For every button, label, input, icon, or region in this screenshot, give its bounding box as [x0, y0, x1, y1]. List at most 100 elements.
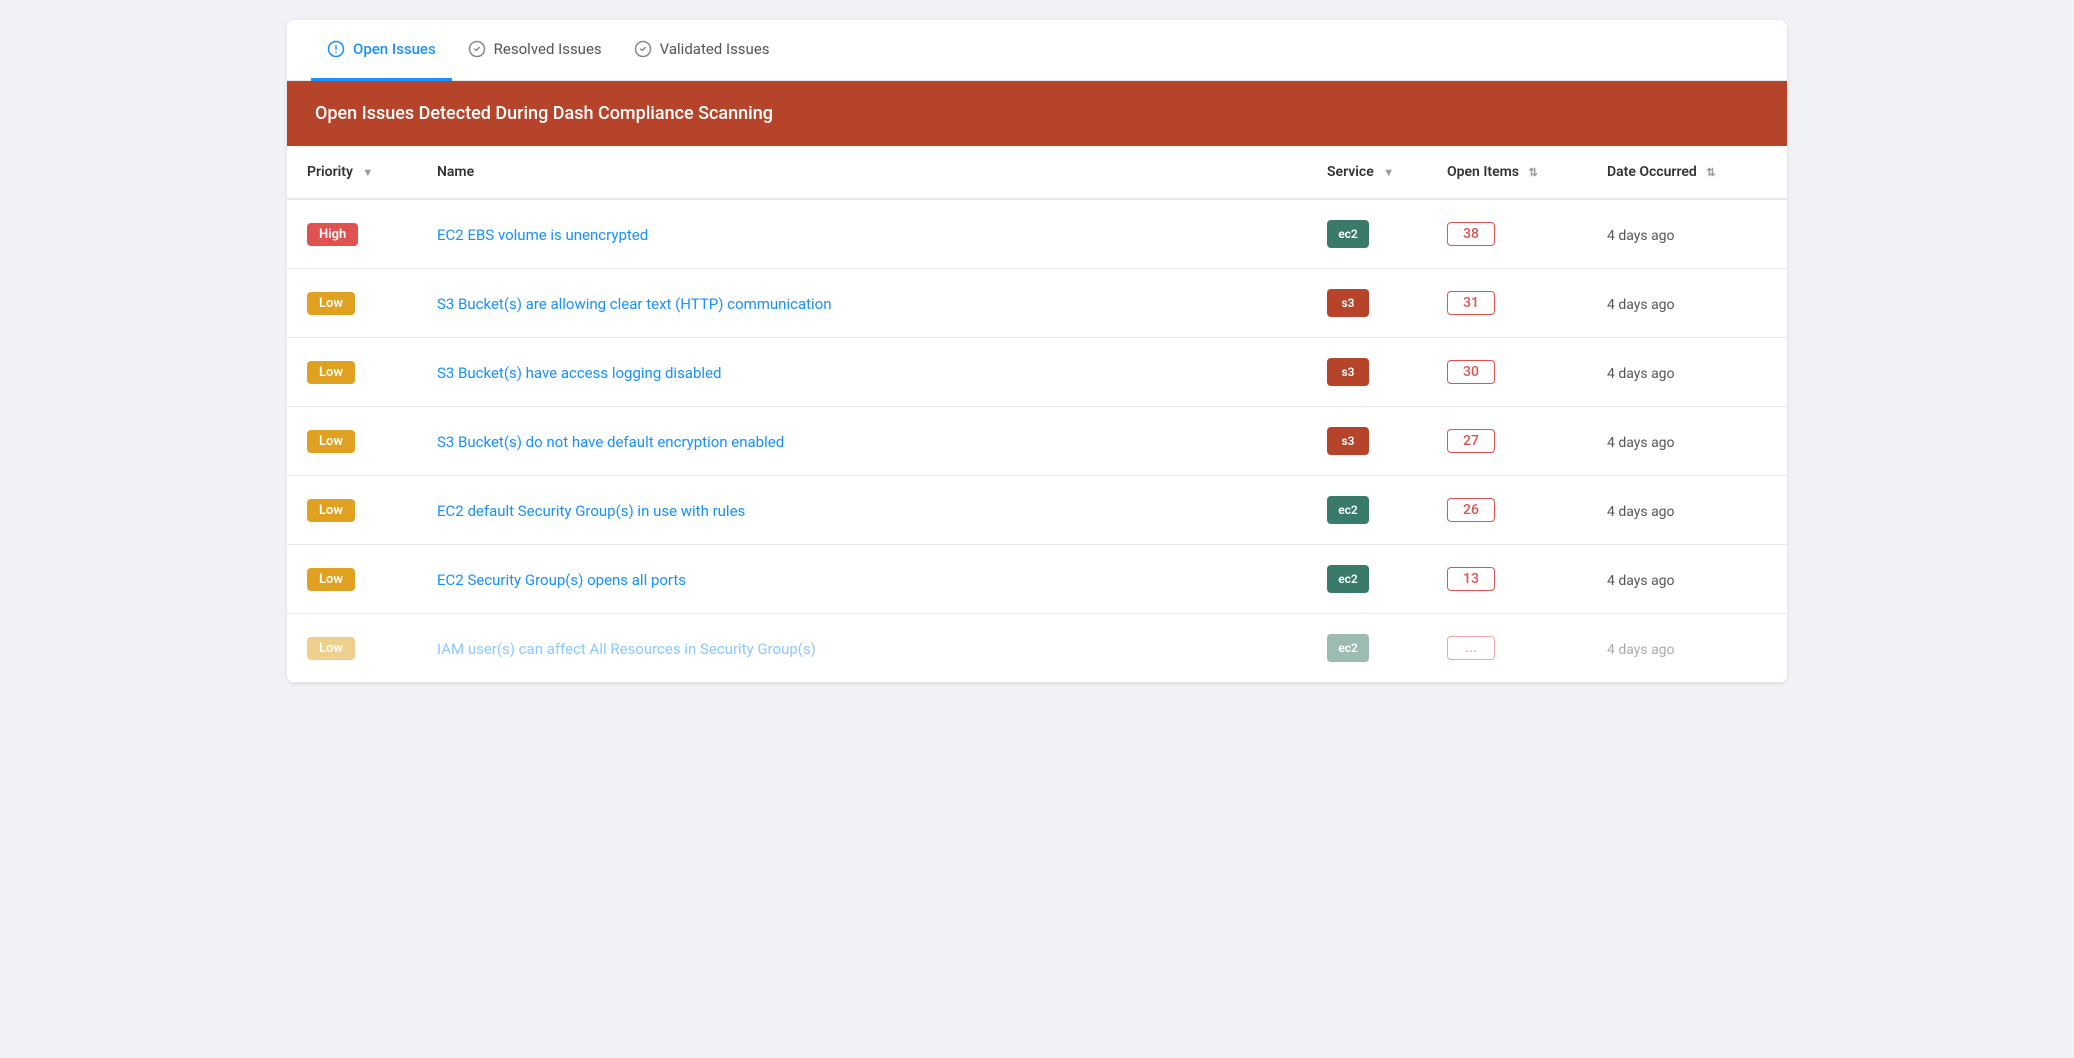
- cell-open-items-1: 31: [1427, 269, 1587, 338]
- cell-name-0: EC2 EBS volume is unencrypted: [417, 199, 1307, 269]
- table-header-row: Priority ▼ Name Service ▼ Open Items ⇅: [287, 146, 1787, 199]
- cell-date-5: 4 days ago: [1587, 545, 1787, 614]
- date-text-3: 4 days ago: [1607, 435, 1675, 451]
- cell-priority-6: Low: [287, 614, 417, 683]
- cell-service-0: ec2: [1307, 199, 1427, 269]
- table-row: High EC2 EBS volume is unencrypted ec2 3…: [287, 199, 1787, 269]
- date-text-0: 4 days ago: [1607, 228, 1675, 244]
- priority-badge-6: Low: [307, 637, 355, 660]
- cell-service-6: ec2: [1307, 614, 1427, 683]
- date-text-2: 4 days ago: [1607, 366, 1675, 382]
- issue-link-0[interactable]: EC2 EBS volume is unencrypted: [437, 226, 648, 244]
- issue-link-3[interactable]: S3 Bucket(s) do not have default encrypt…: [437, 433, 784, 451]
- tab-validated-issues[interactable]: Validated Issues: [618, 20, 786, 81]
- cell-priority-5: Low: [287, 545, 417, 614]
- check-circle-icon-validated: [634, 40, 652, 58]
- cell-date-1: 4 days ago: [1587, 269, 1787, 338]
- issue-link-2[interactable]: S3 Bucket(s) have access logging disable…: [437, 364, 721, 382]
- col-header-name: Name: [417, 146, 1307, 199]
- cell-service-3: s3: [1307, 407, 1427, 476]
- open-items-count-6: ...: [1447, 636, 1495, 660]
- cell-priority-3: Low: [287, 407, 417, 476]
- issues-table-wrapper: Priority ▼ Name Service ▼ Open Items ⇅: [287, 146, 1787, 683]
- main-container: Open Issues Resolved Issues Validated Is…: [287, 20, 1787, 683]
- cell-date-6: 4 days ago: [1587, 614, 1787, 683]
- table-row: Low EC2 Security Group(s) opens all port…: [287, 545, 1787, 614]
- table-row: Low S3 Bucket(s) are allowing clear text…: [287, 269, 1787, 338]
- date-text-4: 4 days ago: [1607, 504, 1675, 520]
- tab-resolved-issues[interactable]: Resolved Issues: [452, 20, 618, 81]
- date-text-1: 4 days ago: [1607, 297, 1675, 313]
- open-items-count-0: 38: [1447, 222, 1495, 246]
- date-text-6: 4 days ago: [1607, 642, 1675, 658]
- col-header-date-occurred[interactable]: Date Occurred ⇅: [1587, 146, 1787, 199]
- tab-validated-issues-label: Validated Issues: [660, 40, 770, 58]
- cell-date-0: 4 days ago: [1587, 199, 1787, 269]
- priority-badge-1: Low: [307, 292, 355, 315]
- priority-badge-5: Low: [307, 568, 355, 591]
- cell-open-items-4: 26: [1427, 476, 1587, 545]
- service-badge-4: ec2: [1327, 496, 1369, 524]
- issues-banner: Open Issues Detected During Dash Complia…: [287, 81, 1787, 146]
- col-header-open-items[interactable]: Open Items ⇅: [1427, 146, 1587, 199]
- priority-badge-2: Low: [307, 361, 355, 384]
- open-items-count-1: 31: [1447, 291, 1495, 315]
- date-text-5: 4 days ago: [1607, 573, 1675, 589]
- cell-open-items-5: 13: [1427, 545, 1587, 614]
- cell-date-3: 4 days ago: [1587, 407, 1787, 476]
- open-items-count-3: 27: [1447, 429, 1495, 453]
- cell-service-2: s3: [1307, 338, 1427, 407]
- cell-date-2: 4 days ago: [1587, 338, 1787, 407]
- sort-icon-priority: ▼: [362, 166, 373, 179]
- cell-name-6: IAM user(s) can affect All Resources in …: [417, 614, 1307, 683]
- open-items-count-5: 13: [1447, 567, 1495, 591]
- service-badge-3: s3: [1327, 427, 1369, 455]
- service-badge-1: s3: [1327, 289, 1369, 317]
- sort-icon-date: ⇅: [1706, 166, 1715, 179]
- cell-name-4: EC2 default Security Group(s) in use wit…: [417, 476, 1307, 545]
- open-items-count-4: 26: [1447, 498, 1495, 522]
- col-header-service[interactable]: Service ▼: [1307, 146, 1427, 199]
- check-circle-icon-resolved: [468, 40, 486, 58]
- cell-priority-2: Low: [287, 338, 417, 407]
- banner-text: Open Issues Detected During Dash Complia…: [315, 103, 773, 124]
- priority-badge-0: High: [307, 223, 358, 246]
- cell-date-4: 4 days ago: [1587, 476, 1787, 545]
- issue-link-5[interactable]: EC2 Security Group(s) opens all ports: [437, 571, 686, 589]
- cell-priority-4: Low: [287, 476, 417, 545]
- cell-service-1: s3: [1307, 269, 1427, 338]
- issues-table: Priority ▼ Name Service ▼ Open Items ⇅: [287, 146, 1787, 683]
- cell-open-items-6: ...: [1427, 614, 1587, 683]
- cell-priority-0: High: [287, 199, 417, 269]
- issue-link-6[interactable]: IAM user(s) can affect All Resources in …: [437, 640, 816, 658]
- priority-badge-3: Low: [307, 430, 355, 453]
- open-items-count-2: 30: [1447, 360, 1495, 384]
- cell-service-4: ec2: [1307, 476, 1427, 545]
- service-badge-2: s3: [1327, 358, 1369, 386]
- service-badge-5: ec2: [1327, 565, 1369, 593]
- sort-icon-service: ▼: [1383, 166, 1394, 179]
- cell-name-2: S3 Bucket(s) have access logging disable…: [417, 338, 1307, 407]
- issue-link-4[interactable]: EC2 default Security Group(s) in use wit…: [437, 502, 745, 520]
- tab-bar: Open Issues Resolved Issues Validated Is…: [287, 20, 1787, 81]
- cell-open-items-0: 38: [1427, 199, 1587, 269]
- service-badge-6: ec2: [1327, 634, 1369, 662]
- cell-name-3: S3 Bucket(s) do not have default encrypt…: [417, 407, 1307, 476]
- col-header-priority[interactable]: Priority ▼: [287, 146, 417, 199]
- tab-resolved-issues-label: Resolved Issues: [494, 40, 602, 58]
- service-badge-0: ec2: [1327, 220, 1369, 248]
- cell-open-items-2: 30: [1427, 338, 1587, 407]
- tab-open-issues-label: Open Issues: [353, 40, 436, 58]
- table-row: Low EC2 default Security Group(s) in use…: [287, 476, 1787, 545]
- table-row: Low S3 Bucket(s) do not have default enc…: [287, 407, 1787, 476]
- sort-icon-open-items: ⇅: [1528, 166, 1537, 179]
- cell-open-items-3: 27: [1427, 407, 1587, 476]
- priority-badge-4: Low: [307, 499, 355, 522]
- table-row: Low IAM user(s) can affect All Resources…: [287, 614, 1787, 683]
- table-row: Low S3 Bucket(s) have access logging dis…: [287, 338, 1787, 407]
- issue-link-1[interactable]: S3 Bucket(s) are allowing clear text (HT…: [437, 295, 832, 313]
- cell-name-5: EC2 Security Group(s) opens all ports: [417, 545, 1307, 614]
- alert-circle-icon: [327, 40, 345, 58]
- tab-open-issues[interactable]: Open Issues: [311, 20, 452, 81]
- cell-priority-1: Low: [287, 269, 417, 338]
